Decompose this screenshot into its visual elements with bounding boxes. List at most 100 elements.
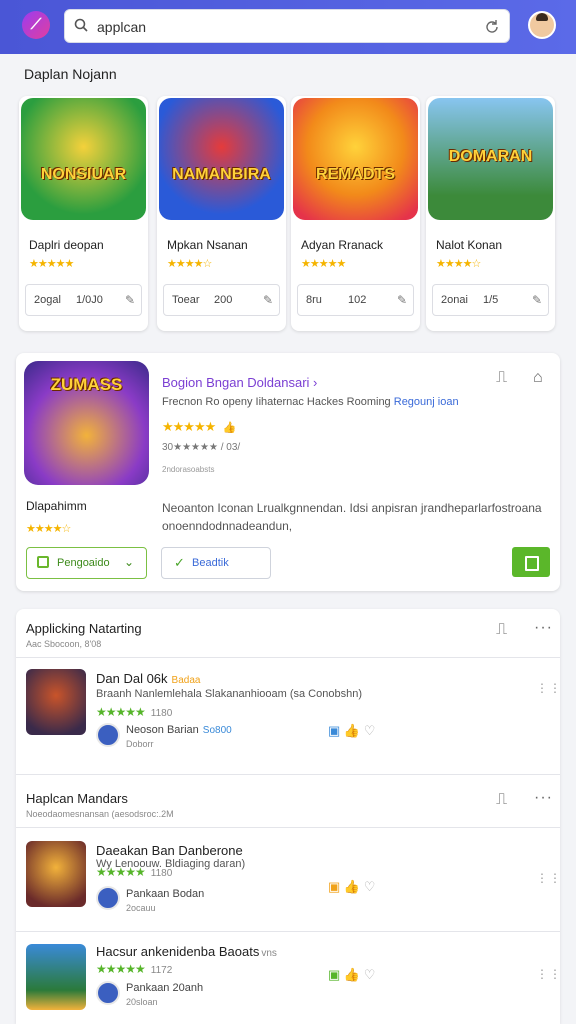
- featured-app-subtitle: Frecnon Ro openy Iihaternac Hackes Roomi…: [162, 396, 459, 408]
- app-card-name: Mpkan Nsanan: [167, 238, 248, 252]
- secondary-action-label: Beadtik: [192, 557, 229, 569]
- app-logo-icon[interactable]: ⟋: [22, 11, 50, 39]
- app-card-meta-left: 2ogal: [34, 294, 61, 306]
- app-card-art-title: NONSIUAR: [40, 166, 127, 183]
- app-card-name: Nalot Konan: [436, 238, 503, 252]
- featured-app-subtitle-text: Frecnon Ro openy Iihaternac Hackes Roomi…: [162, 396, 391, 408]
- list-item-rating: ★★★★★ 1180: [96, 865, 172, 879]
- list-item-rating-count: 1180: [150, 708, 173, 719]
- bookmark-icon[interactable]: ⎍: [496, 369, 507, 387]
- list-item-rating: ★★★★★ 1180: [96, 705, 172, 719]
- app-card[interactable]: DOMARAN Nalot Konan ★★★★☆ 2onai 1/5 ✎: [426, 96, 555, 331]
- bookmark-outline-icon[interactable]: ⌂: [533, 369, 543, 387]
- list-subheading: Noeodaomesnansan (aesodsroc:.2M: [26, 809, 174, 819]
- install-icon[interactable]: ▣: [328, 879, 340, 894]
- divider: [16, 774, 560, 775]
- list-item-title: Hacsur ankenidenba Baoats vns: [96, 944, 277, 959]
- list-item-author: Pankaan Bodan: [126, 888, 205, 900]
- list-item-date: 20sloan: [126, 997, 158, 1007]
- featured-app-title[interactable]: Bogion Bngan Doldansari ›: [162, 375, 317, 390]
- search-input[interactable]: applcan: [97, 19, 146, 35]
- install-icon[interactable]: ▣: [328, 723, 340, 738]
- app-card[interactable]: REMADTS Adyan Rranack ★★★★★ 8ru 102 ✎: [291, 96, 420, 331]
- row-actions: ▣ 👍 ♡: [328, 967, 375, 983]
- app-lists-panel: Applicking Natarting Aac Sbocoon, 8'08 ⎍…: [16, 609, 562, 1024]
- list-item-date: Doborr: [126, 739, 154, 749]
- heart-icon[interactable]: ♡: [364, 967, 376, 982]
- list-item-title: Dan Dal 06k Badaa: [96, 671, 200, 686]
- edit-icon[interactable]: ✎: [397, 293, 407, 307]
- like-icon[interactable]: 👍: [344, 879, 360, 894]
- search-field[interactable]: applcan: [64, 9, 510, 43]
- row-actions: ▣ 👍 ♡: [328, 879, 375, 895]
- featured-app-small-text: 2ndorasoabsts: [162, 465, 215, 474]
- app-card[interactable]: NAMANBIRA Mpkan Nsanan ★★★★☆ Toear 200 ✎: [157, 96, 286, 331]
- app-card-stars: ★★★★★: [29, 258, 74, 270]
- save-button[interactable]: [512, 547, 550, 577]
- list-heading: Haplcan Mandars: [26, 791, 128, 806]
- edit-icon[interactable]: ✎: [263, 293, 273, 307]
- like-icon[interactable]: 👍: [344, 967, 360, 982]
- list-item-tag: vns: [261, 948, 277, 959]
- more-options-icon[interactable]: ···: [534, 619, 553, 637]
- app-card-art: NAMANBIRA: [159, 98, 284, 220]
- app-card-meta-right: 102: [348, 294, 367, 306]
- heart-icon[interactable]: ♡: [364, 879, 376, 894]
- install-icon[interactable]: ▣: [328, 967, 340, 982]
- divider: [16, 931, 560, 932]
- divider: [16, 827, 560, 828]
- featured-app-art[interactable]: ZUMASS: [24, 361, 149, 485]
- app-card-meta[interactable]: 2onai 1/5 ✎: [432, 284, 549, 316]
- top-bar: ⟋ applcan: [0, 0, 576, 54]
- list-item-rating: ★★★★★ 1172: [96, 962, 172, 976]
- list-item-stars: ★★★★★: [96, 865, 146, 879]
- app-card-meta[interactable]: Toear 200 ✎: [163, 284, 280, 316]
- more-options-icon[interactable]: ···: [534, 789, 553, 807]
- bookmark-icon[interactable]: ⎍: [496, 621, 507, 639]
- refresh-icon[interactable]: [485, 19, 499, 33]
- heart-icon[interactable]: ♡: [364, 723, 376, 738]
- list-item-thumbnail: [26, 841, 86, 907]
- featured-app-rating: ★★★★★ 👍: [162, 419, 237, 435]
- app-card[interactable]: NONSIUAR Daplri deopan ★★★★★ 2ogal 1/0J0…: [19, 96, 148, 331]
- app-card-meta[interactable]: 2ogal 1/0J0 ✎: [25, 284, 142, 316]
- list-item-author: Pankaan 20anh: [126, 982, 204, 994]
- featured-app-name: Dlapahimm: [26, 499, 87, 513]
- list-item-rating-count: 1172: [150, 965, 173, 976]
- more-options-icon[interactable]: ⋮⋮: [536, 681, 562, 695]
- author-avatar: [96, 886, 120, 910]
- app-card-art-title: REMADTS: [315, 166, 396, 183]
- chevron-down-icon: ⌄: [123, 555, 134, 569]
- featured-app-stars-secondary: ★★★★☆: [26, 523, 71, 535]
- list-item-title-text: Daeakan Ban Danberone: [96, 843, 243, 858]
- app-card-meta-right: 1/0J0: [76, 294, 103, 306]
- edit-icon[interactable]: ✎: [125, 293, 135, 307]
- app-card-stars: ★★★★★: [301, 258, 346, 270]
- like-icon[interactable]: 👍: [344, 723, 360, 738]
- section-title: Daplan Nojann: [24, 66, 117, 82]
- featured-app-rating-text: 30★★★★★ / 03/: [162, 442, 241, 453]
- author-avatar: [96, 981, 120, 1005]
- featured-app-panel: ZUMASS Bogion Bngan Doldansari › Frecnon…: [16, 353, 560, 591]
- thumbs-up-icon[interactable]: 👍: [223, 422, 237, 434]
- edit-icon[interactable]: ✎: [532, 293, 542, 307]
- secondary-action-button[interactable]: ✓ Beadtik: [161, 547, 271, 579]
- list-item-tag: Badaa: [171, 675, 201, 686]
- install-dropdown-button[interactable]: Pengoaido ⌄: [26, 547, 147, 579]
- app-card-art-title: NAMANBIRA: [172, 166, 271, 183]
- list-item-subtitle: Braanh Nanlemlehala Slakananhiooam (sa C…: [96, 688, 362, 700]
- list-item-author: Neoson Barian So800: [126, 724, 232, 736]
- more-options-icon[interactable]: ⋮⋮: [536, 967, 562, 981]
- featured-app-subtitle-link[interactable]: Regounj ioan: [394, 396, 459, 408]
- list-item-stars: ★★★★★: [96, 705, 146, 719]
- user-avatar[interactable]: [528, 11, 556, 39]
- list-item-date: 2ocauu: [126, 903, 156, 913]
- app-card-meta[interactable]: 8ru 102 ✎: [297, 284, 414, 316]
- row-actions: ▣ 👍 ♡: [328, 723, 375, 739]
- bookmark-icon[interactable]: ⎍: [496, 791, 507, 809]
- app-card-art: REMADTS: [293, 98, 418, 220]
- more-options-icon[interactable]: ⋮⋮: [536, 871, 562, 885]
- install-icon: [37, 556, 49, 568]
- app-card-name: Daplri deopan: [29, 238, 104, 252]
- app-card-meta-right: 200: [214, 294, 233, 306]
